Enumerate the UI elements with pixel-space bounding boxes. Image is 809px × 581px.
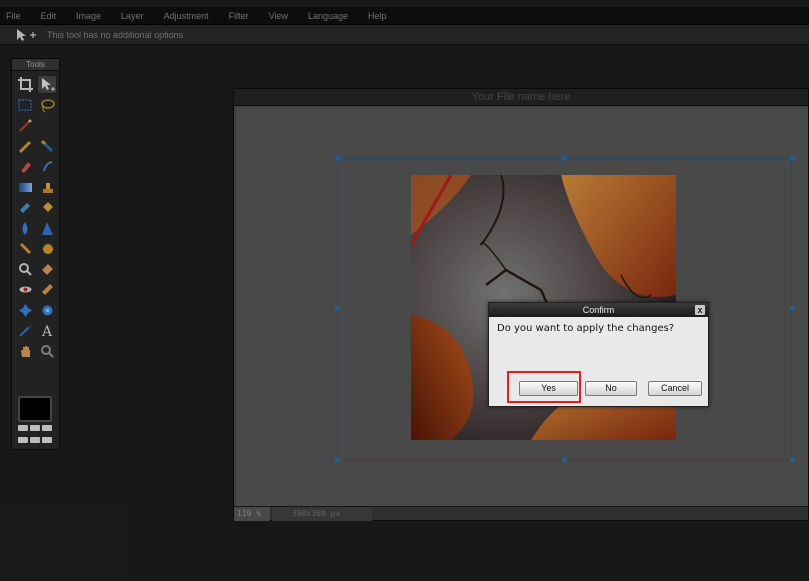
no-button[interactable]: No [585,381,637,396]
dialog-title: Confirm [582,305,615,315]
modal-overlay [0,0,809,581]
cancel-button[interactable]: Cancel [648,381,702,396]
photo-editor-window: File Edit Image Layer Adjustment Filter … [0,0,809,581]
dialog-message: Do you want to apply the changes? [497,323,675,334]
yes-button-highlight [507,371,581,403]
close-icon[interactable]: x [695,305,705,315]
dialog-title-bar: Confirm x [489,303,708,317]
